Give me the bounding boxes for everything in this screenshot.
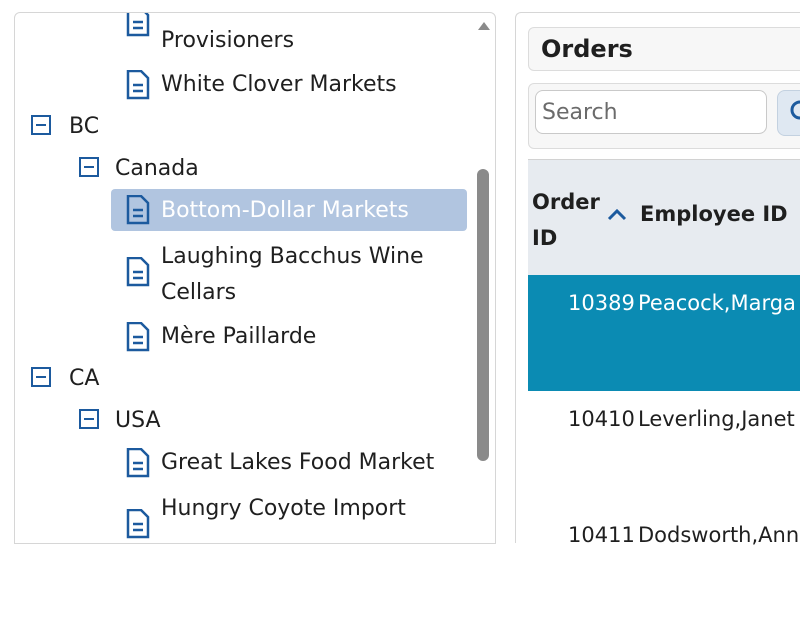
- collapse-icon[interactable]: [31, 367, 51, 387]
- tree-item-bottom-dollar-markets[interactable]: Bottom-Dollar Markets: [161, 193, 409, 229]
- customer-tree-panel: Provisioners White Clover Markets BC Can…: [14, 12, 496, 544]
- tree-item-hungry-coyote-import[interactable]: Hungry Coyote Import: [161, 491, 406, 527]
- tree-group-bc[interactable]: BC: [69, 109, 99, 145]
- search-icon: [790, 100, 800, 120]
- table-row[interactable]: 10389 Peacock,Marga: [528, 275, 800, 391]
- table-row[interactable]: 10410 Leverling,Janet: [528, 391, 800, 508]
- tree-group-canada[interactable]: Canada: [115, 151, 199, 187]
- document-icon: [126, 70, 150, 100]
- collapse-icon[interactable]: [79, 157, 99, 177]
- cell-employee: Leverling,Janet: [638, 407, 795, 431]
- document-icon: [126, 509, 150, 539]
- document-icon: [126, 257, 150, 287]
- collapse-icon[interactable]: [31, 115, 51, 135]
- search-input[interactable]: [535, 90, 767, 134]
- search-toolbar: [528, 83, 800, 149]
- tree-group-usa[interactable]: USA: [115, 403, 161, 439]
- tree-item-great-lakes-food-market[interactable]: Great Lakes Food Market: [161, 445, 434, 481]
- document-icon: [126, 195, 150, 225]
- tree-group-ca[interactable]: CA: [69, 361, 99, 397]
- column-header-employee-id[interactable]: Employee ID: [640, 202, 788, 226]
- tree-item-laughing-bacchus-line1[interactable]: Laughing Bacchus Wine: [161, 239, 424, 275]
- grid-header: Order ID Employee ID: [528, 159, 800, 276]
- tree-item-mere-paillarde[interactable]: Mère Paillarde: [161, 319, 316, 355]
- document-icon: [126, 322, 150, 352]
- cell-order-id: 10411: [568, 523, 635, 547]
- column-header-order-id-line2: ID: [532, 226, 558, 250]
- search-button[interactable]: [777, 90, 800, 136]
- cell-order-id: 10389: [568, 291, 635, 315]
- table-row[interactable]: 10411 Dodsworth,Ann: [528, 507, 800, 623]
- document-icon: [126, 13, 150, 37]
- cell-employee: Peacock,Marga: [638, 291, 796, 315]
- tree-item-laughing-bacchus-line2[interactable]: Cellars: [161, 275, 236, 311]
- document-icon: [126, 448, 150, 478]
- orders-header: Orders: [528, 27, 800, 71]
- scrollbar-thumb[interactable]: [477, 169, 489, 461]
- orders-title: Orders: [541, 35, 633, 63]
- orders-panel: Orders Order ID Employee ID 10389 Peacoc…: [515, 12, 800, 623]
- tree-item-white-clover-markets[interactable]: White Clover Markets: [161, 67, 397, 103]
- sort-ascending-icon[interactable]: [606, 208, 628, 222]
- column-header-order-id[interactable]: Order ID: [532, 184, 600, 256]
- column-header-order-id-line1: Order: [532, 190, 600, 214]
- tree-item-provisioners[interactable]: Provisioners: [161, 23, 294, 59]
- cell-employee: Dodsworth,Ann: [638, 523, 800, 547]
- scroll-up-arrow-icon[interactable]: [475, 19, 493, 33]
- collapse-icon[interactable]: [79, 409, 99, 429]
- cell-order-id: 10410: [568, 407, 635, 431]
